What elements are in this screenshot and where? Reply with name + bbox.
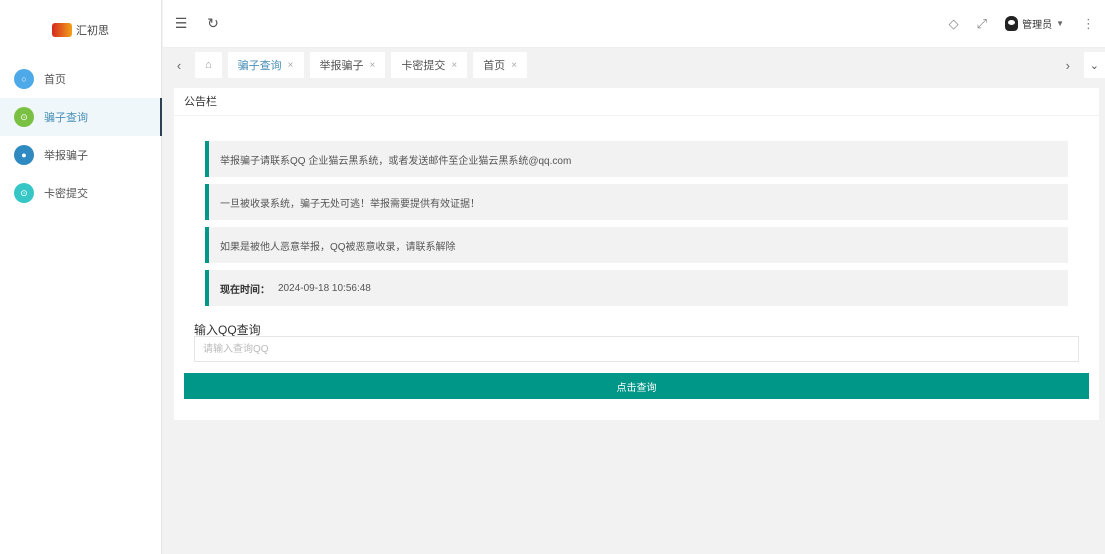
logo-text: 汇初思 bbox=[76, 25, 109, 37]
user-menu[interactable]: 管理员 ▼ bbox=[1005, 16, 1064, 31]
qq-query-input[interactable] bbox=[194, 336, 1079, 362]
notice-text: 举报骗子请联系QQ 企业猫云黑系统，或者发送邮件至企业猫云黑系统@qq.com bbox=[220, 155, 572, 167]
notice-item: 举报骗子请联系QQ 企业猫云黑系统，或者发送邮件至企业猫云黑系统@qq.com bbox=[205, 141, 1068, 177]
close-icon[interactable]: × bbox=[370, 60, 376, 71]
tab-label: 骗子查询 bbox=[237, 60, 282, 72]
more-icon[interactable]: ⋮ bbox=[1082, 16, 1095, 32]
close-icon[interactable]: × bbox=[511, 60, 517, 71]
tabs-left-arrow-icon[interactable]: ‹ bbox=[169, 58, 189, 73]
header: ☰ ↻ ◇ ⤢ 管理员 ▼ ⋮ bbox=[163, 0, 1105, 48]
notice-item: 如果是被他人恶意举报，QQ被恶意收录，请联系解除 bbox=[205, 227, 1068, 263]
sidebar-item-label: 首页 bbox=[44, 74, 66, 86]
tab-label: 首页 bbox=[483, 60, 506, 72]
sidebar-item-label: 卡密提交 bbox=[44, 188, 88, 200]
sidebar-item-scammer-query[interactable]: ⊙ 骗子查询 bbox=[0, 98, 162, 136]
notice-text: 如果是被他人恶意举报，QQ被恶意收录，请联系解除 bbox=[220, 241, 456, 253]
close-icon[interactable]: × bbox=[288, 60, 294, 71]
tab-label: 举报骗子 bbox=[319, 60, 364, 72]
tab-bar: ‹ ⌂ 骗子查询 × 举报骗子 × 卡密提交 × 首页 × › ⌄ bbox=[163, 50, 1105, 80]
logo-mark-icon bbox=[52, 23, 72, 37]
tab-home[interactable]: 首页 × bbox=[473, 52, 528, 78]
caret-down-icon: ▼ bbox=[1056, 19, 1064, 28]
sidebar-item-label: 骗子查询 bbox=[44, 112, 88, 124]
tab-card-submit[interactable]: 卡密提交 × bbox=[391, 52, 468, 78]
refresh-icon[interactable]: ↻ bbox=[199, 15, 227, 32]
tab-report[interactable]: 举报骗子 × bbox=[309, 52, 386, 78]
tab-home-icon[interactable]: ⌂ bbox=[195, 52, 222, 78]
avatar bbox=[1005, 16, 1019, 31]
menu-toggle-icon[interactable]: ☰ bbox=[167, 15, 195, 32]
query-button[interactable]: 点击查询 bbox=[184, 373, 1089, 399]
user-name: 管理员 bbox=[1022, 20, 1053, 31]
card-title: 公告栏 bbox=[174, 88, 1099, 116]
time-label: 现在时间： bbox=[220, 284, 270, 296]
logo[interactable]: 汇初思 bbox=[0, 0, 161, 60]
tab-scammer-query[interactable]: 骗子查询 × bbox=[227, 52, 304, 78]
sidebar-item-home[interactable]: ○ 首页 bbox=[0, 60, 161, 98]
sidebar-item-label: 举报骗子 bbox=[44, 150, 88, 162]
sidebar: 汇初思 ○ 首页 ⊙ 骗子查询 ● 举报骗子 ⊙ 卡密提交 bbox=[0, 0, 162, 554]
sidebar-item-card-submit[interactable]: ⊙ 卡密提交 bbox=[0, 174, 161, 212]
card-icon: ⊙ bbox=[14, 183, 34, 203]
tabs-dropdown-icon[interactable]: ⌄ bbox=[1083, 52, 1105, 78]
tabs-right-arrow-icon[interactable]: › bbox=[1058, 58, 1078, 73]
sidebar-item-report[interactable]: ● 举报骗子 bbox=[0, 136, 161, 174]
tag-icon[interactable]: ◇ bbox=[949, 16, 959, 32]
home-icon: ○ bbox=[14, 69, 34, 89]
time-value: 2024-09-18 10:56:48 bbox=[278, 282, 371, 294]
notice-card: 公告栏 举报骗子请联系QQ 企业猫云黑系统，或者发送邮件至企业猫云黑系统@qq.… bbox=[174, 88, 1099, 420]
notice-item: 一旦被收录系统，骗子无处可逃！举报需要提供有效证据！ bbox=[205, 184, 1068, 220]
notice-text: 一旦被收录系统，骗子无处可逃！举报需要提供有效证据！ bbox=[220, 198, 480, 210]
tab-label: 卡密提交 bbox=[401, 60, 446, 72]
fullscreen-icon[interactable]: ⤢ bbox=[977, 16, 987, 32]
query-icon: ⊙ bbox=[14, 107, 34, 127]
close-icon[interactable]: × bbox=[451, 60, 457, 71]
report-icon: ● bbox=[14, 145, 34, 165]
notice-time: 现在时间： 2024-09-18 10:56:48 bbox=[205, 270, 1068, 306]
